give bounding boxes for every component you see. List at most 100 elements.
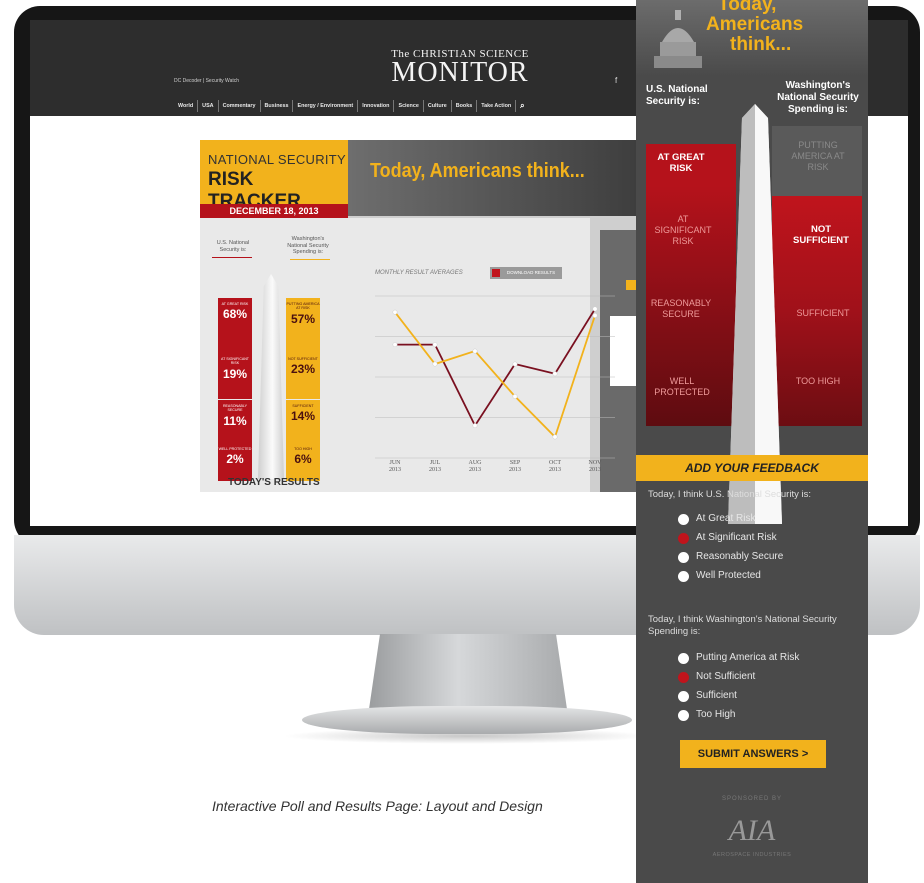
nav-item-commentary[interactable]: Commentary <box>219 100 261 112</box>
result-pct: 11% <box>223 413 247 428</box>
monitor-stand <box>368 634 568 716</box>
data-point[interactable] <box>512 361 518 367</box>
option-label: At Significant Risk <box>696 532 777 543</box>
data-point[interactable] <box>392 309 398 315</box>
x-tick-label: JUL 2013 <box>429 460 441 473</box>
radio-button[interactable] <box>678 552 689 563</box>
sidebar-col-left-header: U.S. National Security is: <box>646 84 708 107</box>
sponsor-name: AEROSPACE INDUSTRIES <box>712 852 792 858</box>
result-pct: 23% <box>290 362 316 377</box>
result-label: WELL PROTECTED <box>218 447 252 451</box>
data-point[interactable] <box>552 371 558 377</box>
headline: Today, Americans think... <box>370 160 585 182</box>
tracker-title-box: NATIONAL SECURITY RISK TRACKER <box>200 140 348 212</box>
sidebar-title-line3: think... <box>730 34 792 55</box>
radio-button[interactable] <box>678 691 689 702</box>
band-label-great-risk: AT GREAT RISK <box>657 152 705 174</box>
tracker-title-line1: NATIONAL SECURITY <box>208 152 347 167</box>
option-label: Well Protected <box>696 570 761 581</box>
data-point[interactable] <box>392 342 398 348</box>
option-label: Sufficient <box>696 690 737 701</box>
data-point[interactable] <box>552 434 558 440</box>
radio-button[interactable] <box>678 653 689 664</box>
nav-item-business[interactable]: Business <box>261 100 294 112</box>
nav-item-books[interactable]: Books <box>452 100 478 112</box>
sidebar-title-line2: Americans <box>706 14 804 35</box>
option-label: Reasonably Secure <box>696 551 784 562</box>
option-label: Putting America at Risk <box>696 652 800 663</box>
chart-title: MONTHLY RESULT AVERAGES <box>375 270 463 276</box>
data-point[interactable] <box>472 423 478 429</box>
nav-item-energy[interactable]: Energy / Environment <box>293 100 359 112</box>
result-left-significant-risk: AT SIGNIFICANT RISK 19% <box>218 354 252 399</box>
nav-item-science[interactable]: Science <box>394 100 424 112</box>
radio-button[interactable] <box>678 571 689 582</box>
data-point[interactable] <box>512 393 518 399</box>
data-point[interactable] <box>472 348 478 354</box>
x-axis-ticks: JUN 2013 JUL 2013 AUG 2013 SEP 2013 OCT 2013 NOV 20… <box>375 460 615 480</box>
todays-results-label: TODAY'S RESULTS <box>228 477 320 488</box>
result-pct: 19% <box>222 366 248 381</box>
x-tick-label: SEP 2013 <box>509 460 521 473</box>
download-label: DOWNLOAD RESULTS <box>506 270 556 275</box>
radio-button[interactable] <box>678 533 689 544</box>
result-label: SUFFICIENT <box>292 404 314 408</box>
pdf-icon <box>492 269 500 277</box>
band-label-reasonably-secure: REASONABLY SECURE <box>650 298 712 319</box>
result-label: PUTTING AMERICA AT RISK <box>286 302 320 311</box>
result-left-well-protected: WELL PROTECTED 2% <box>218 444 252 481</box>
monitor-base <box>302 706 632 734</box>
band-label-putting-america: PUTTING AMERICA AT RISK <box>791 140 845 172</box>
result-right-too-high: TOO HIGH 6% <box>286 444 320 481</box>
add-feedback-header: ADD YOUR FEEDBACK <box>636 455 868 481</box>
result-pct: 14% <box>290 409 316 424</box>
result-label: TOO HIGH <box>294 447 312 451</box>
site-logo[interactable]: MONITOR <box>360 57 560 89</box>
capitol-dome-icon <box>654 10 702 68</box>
nav-item-take-action[interactable]: Take Action <box>477 100 517 112</box>
result-left-reasonably-secure: REASONABLY SECURE 11% <box>218 400 252 444</box>
top-links[interactable]: DC Decoder | Security Watch <box>174 78 239 84</box>
result-pct: 6% <box>294 452 312 467</box>
data-point[interactable] <box>432 361 438 367</box>
option-label: Not Sufficient <box>696 671 756 682</box>
series-line-1 <box>394 311 596 439</box>
data-point[interactable] <box>592 306 598 312</box>
data-point[interactable] <box>432 342 438 348</box>
option-label: At Great Risk <box>696 513 756 524</box>
result-left-great-risk: AT GREAT RISK 68% <box>218 298 252 354</box>
download-results-button[interactable]: DOWNLOAD RESULTS <box>490 267 562 279</box>
radio-button[interactable] <box>678 710 689 721</box>
result-right-putting-america-at-risk: PUTTING AMERICA AT RISK 57% <box>286 298 320 354</box>
nav-item-culture[interactable]: Culture <box>424 100 452 112</box>
result-label: AT GREAT RISK <box>221 302 249 306</box>
result-right-sufficient: SUFFICIENT 14% <box>286 400 320 444</box>
nav-item-world[interactable]: World <box>174 100 199 112</box>
monthly-averages-chart <box>375 295 615 459</box>
result-pct: 2% <box>226 452 244 467</box>
sidebar-col-right-header: Washington's National Security Spending … <box>777 80 859 115</box>
underline-right <box>290 259 330 260</box>
nav-item-innovation[interactable]: Innovation <box>358 100 395 112</box>
result-label: NOT SUFFICIENT <box>288 357 318 361</box>
sponsored-by-label: SPONSORED BY <box>721 796 782 802</box>
submit-answers-button[interactable]: SUBMIT ANSWERS > <box>680 740 826 768</box>
x-tick-label: NOV 2013 <box>588 460 602 473</box>
search-icon[interactable]: ⌕ <box>516 100 524 112</box>
facebook-icon[interactable]: f <box>615 76 617 85</box>
sponsor-logo[interactable]: AIA <box>636 814 868 848</box>
x-tick-label: JUN 2013 <box>389 460 401 473</box>
radio-button[interactable] <box>678 672 689 683</box>
data-point[interactable] <box>592 312 598 318</box>
band-label-well-protected: WELL PROTECTED <box>654 376 710 397</box>
nav-item-usa[interactable]: USA <box>198 100 219 112</box>
band-label-too-high: TOO HIGH <box>795 376 841 386</box>
radio-button[interactable] <box>678 514 689 525</box>
page-caption: Interactive Poll and Results Page: Layou… <box>212 798 543 814</box>
band-label-sufficient: SUFFICIENT <box>796 308 850 318</box>
band-label-significant-risk: AT SIGNIFICANT RISK <box>654 214 712 246</box>
result-pct: 57% <box>290 311 316 326</box>
poll-sidebar: Today, Americans think... U.S. National … <box>636 0 868 883</box>
option-label: Too High <box>696 709 736 720</box>
underline-left <box>212 257 252 258</box>
